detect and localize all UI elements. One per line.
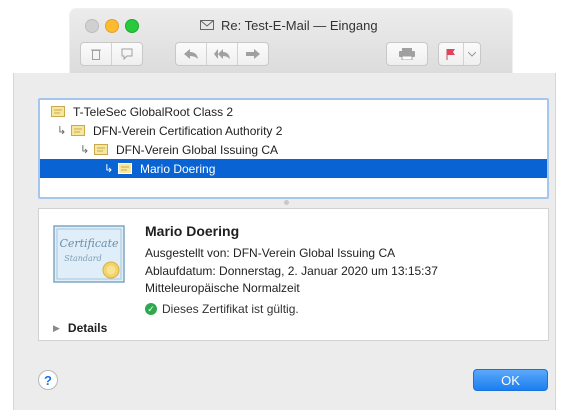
certificate-sheet: T-TeleSec GlobalRoot Class 2 ↳ DFN-Verei… (13, 73, 556, 410)
forward-icon (246, 49, 260, 59)
validity-status: ✓ Dieses Zertifikat ist gültig. (145, 302, 299, 316)
tree-row-label: DFN-Verein Certification Authority 2 (93, 123, 283, 138)
flag-icon (446, 48, 455, 60)
junk-icon (121, 48, 133, 60)
flag-button[interactable] (439, 43, 464, 65)
reply-group (175, 42, 269, 66)
certificate-icon (71, 125, 85, 136)
tree-connector-icon: ↳ (104, 163, 114, 175)
forward-button[interactable] (238, 43, 268, 65)
details-label: Details (67, 321, 108, 335)
delete-button[interactable] (81, 43, 112, 65)
tree-row-leaf-selected[interactable]: ↳ Mario Doering (40, 159, 547, 178)
tree-row-label: Mario Doering (140, 161, 216, 176)
print-group (386, 42, 428, 66)
ok-button[interactable]: OK (473, 369, 548, 391)
certificate-icon (51, 106, 65, 117)
reply-button[interactable] (176, 43, 207, 65)
tree-row-intermediate-2[interactable]: ↳ DFN-Verein Global Issuing CA (40, 140, 547, 159)
tree-row-intermediate-1[interactable]: ↳ DFN-Verein Certification Authority 2 (40, 121, 547, 140)
zoom-window-button[interactable] (125, 19, 139, 33)
validity-status-text: Dieses Zertifikat ist gültig. (162, 302, 299, 316)
window-title-text: Re: Test-E-Mail — Eingang (221, 17, 378, 33)
certificate-name: Mario Doering (145, 223, 240, 239)
certificate-detail-panel: Certificate Standard Mario Doering Ausge… (38, 208, 549, 341)
disclosure-triangle-icon[interactable]: ▶ (53, 323, 60, 334)
certificate-icon (118, 163, 132, 174)
print-button[interactable] (387, 43, 427, 65)
details-disclosure[interactable]: ▶ Details (53, 321, 107, 335)
timezone-text: Mitteleuropäische Normalzeit (145, 281, 300, 295)
flag-group (438, 42, 481, 66)
tree-row-label: DFN-Verein Global Issuing CA (116, 142, 279, 157)
tree-connector-icon: ↳ (57, 125, 67, 137)
envelope-icon (200, 20, 214, 30)
svg-text:Standard: Standard (64, 254, 101, 263)
expiry-date-text: Ablaufdatum: Donnerstag, 2. Januar 2020 … (145, 264, 438, 278)
flag-menu-button[interactable] (464, 43, 480, 65)
tree-connector-icon: ↳ (80, 144, 90, 156)
window-title: Re: Test-E-Mail — Eingang (200, 16, 378, 34)
chevron-down-icon (468, 51, 476, 57)
mail-window-toolbar: Re: Test-E-Mail — Eingang (70, 9, 512, 73)
certificate-chain-tree: T-TeleSec GlobalRoot Class 2 ↳ DFN-Verei… (38, 98, 549, 199)
certificate-icon (94, 144, 108, 155)
split-view-handle[interactable] (284, 200, 289, 205)
reply-icon (184, 49, 198, 59)
trash-icon (91, 49, 101, 60)
tree-row-root[interactable]: T-TeleSec GlobalRoot Class 2 (40, 102, 547, 121)
reply-all-icon (214, 49, 230, 59)
tree-row-label: T-TeleSec GlobalRoot Class 2 (73, 104, 234, 119)
junk-button[interactable] (112, 43, 142, 65)
minimize-window-button[interactable] (105, 19, 119, 33)
issued-by-text: Ausgestellt von: DFN-Verein Global Issui… (145, 246, 396, 260)
certificate-standard-icon: Certificate Standard (53, 225, 125, 283)
svg-text:Certificate: Certificate (59, 237, 119, 250)
delete-junk-group (80, 42, 143, 66)
close-window-button[interactable] (85, 19, 99, 33)
help-button[interactable]: ? (38, 370, 58, 390)
reply-all-button[interactable] (207, 43, 238, 65)
checkmark-icon: ✓ (145, 303, 157, 315)
print-icon (399, 48, 415, 60)
